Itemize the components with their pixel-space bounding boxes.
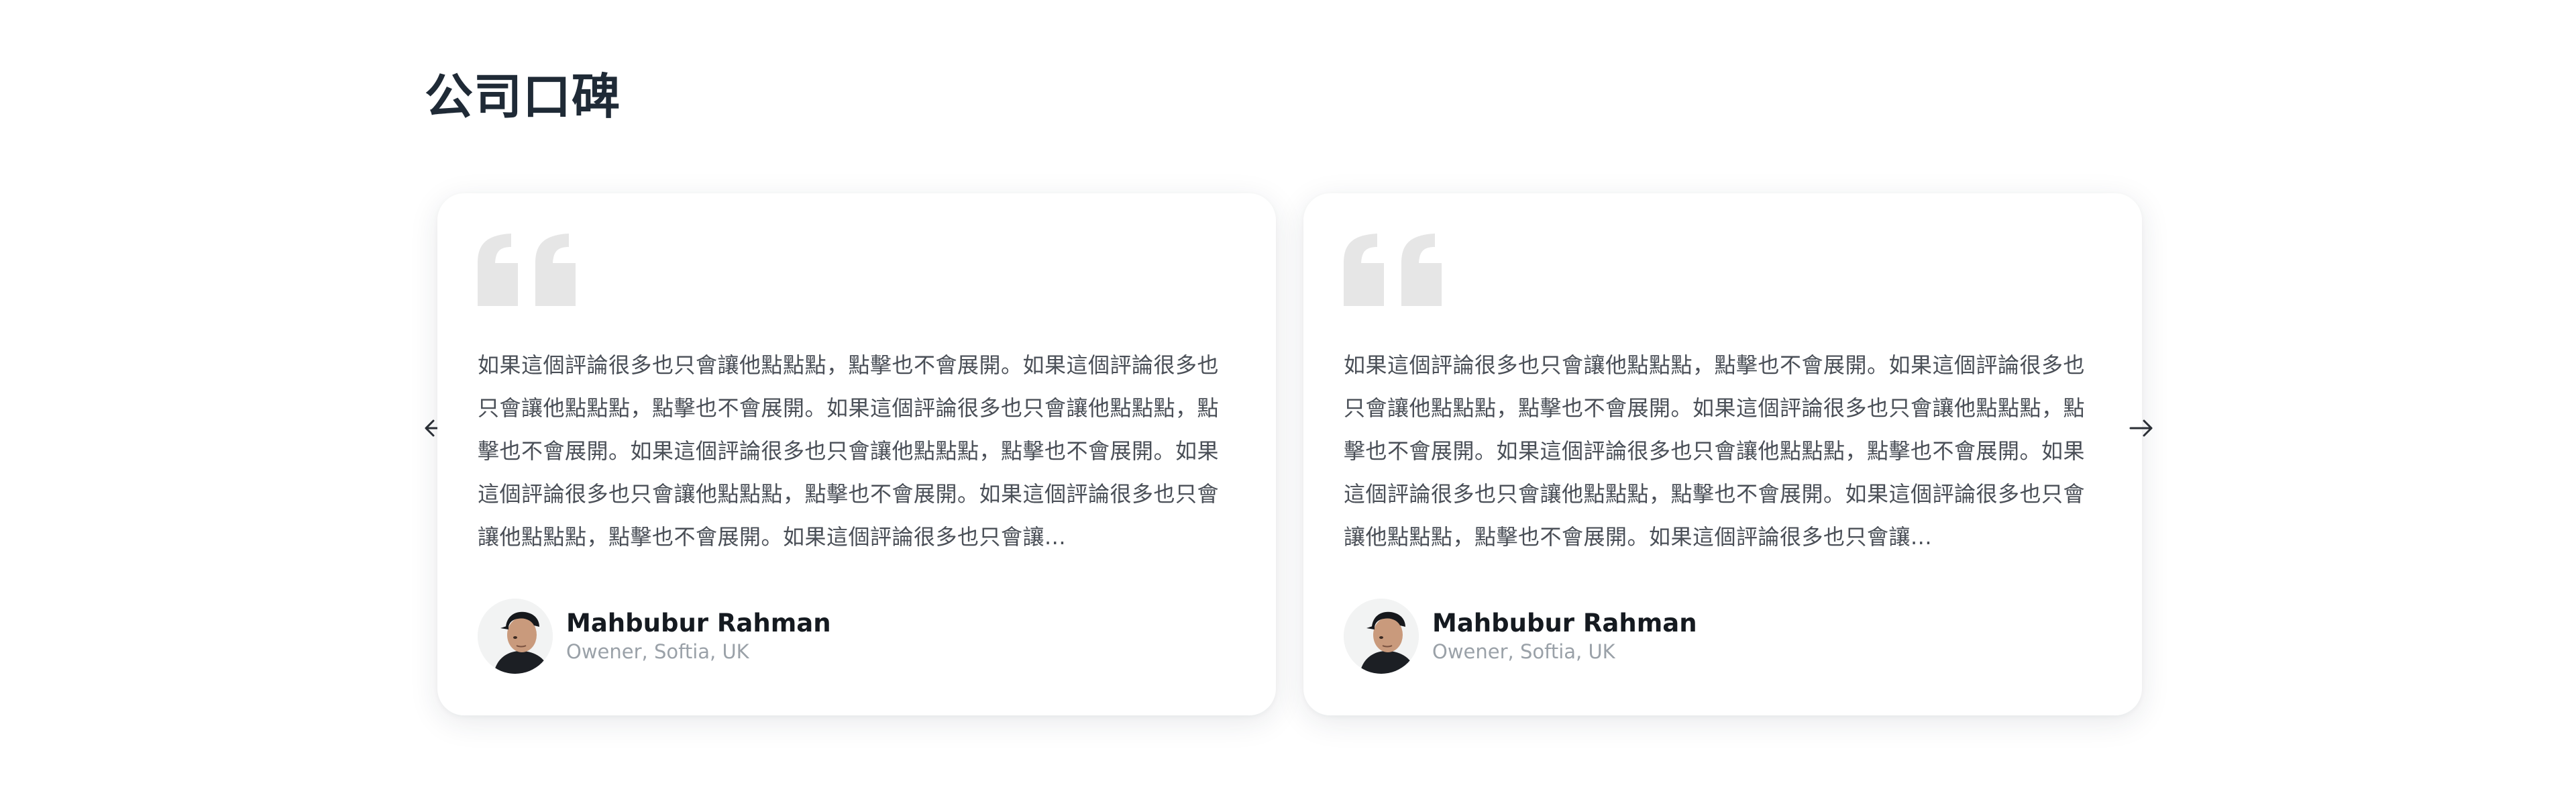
author-role: Owener, Softia, UK <box>1432 640 1615 663</box>
author-name: Mahbubur Rahman <box>1432 609 1697 638</box>
author-role: Owener, Softia, UK <box>566 640 749 663</box>
section-title: 公司口碑 <box>425 68 621 125</box>
review-text: 如果這個評論很多也只會讓他點點點，點擊也不會展開。如果這個評論很多也只會讓他點點… <box>478 352 1220 550</box>
quote-icon <box>478 234 576 306</box>
quote-icon <box>1344 234 1442 306</box>
avatar-photo <box>1344 599 1419 674</box>
arrow-right-icon <box>2129 419 2153 437</box>
testimonials-section: 公司口碑 如果這個評論很多也只會讓他點點點，點擊也不會展開。如果這個評論很多也只… <box>0 0 2576 808</box>
carousel-next-button[interactable] <box>2123 409 2160 447</box>
author: Mahbubur Rahman Owener, Softia, UK <box>478 599 831 674</box>
testimonial-card: 如果這個評論很多也只會讓他點點點，點擊也不會展開。如果這個評論很多也只會讓他點點… <box>1303 193 2142 715</box>
avatar-photo <box>478 599 553 674</box>
review-text: 如果這個評論很多也只會讓他點點點，點擊也不會展開。如果這個評論很多也只會讓他點點… <box>1344 352 2086 550</box>
author-name: Mahbubur Rahman <box>566 609 831 638</box>
author: Mahbubur Rahman Owener, Softia, UK <box>1344 599 1697 674</box>
testimonial-card: 如果這個評論很多也只會讓他點點點，點擊也不會展開。如果這個評論很多也只會讓他點點… <box>437 193 1276 715</box>
